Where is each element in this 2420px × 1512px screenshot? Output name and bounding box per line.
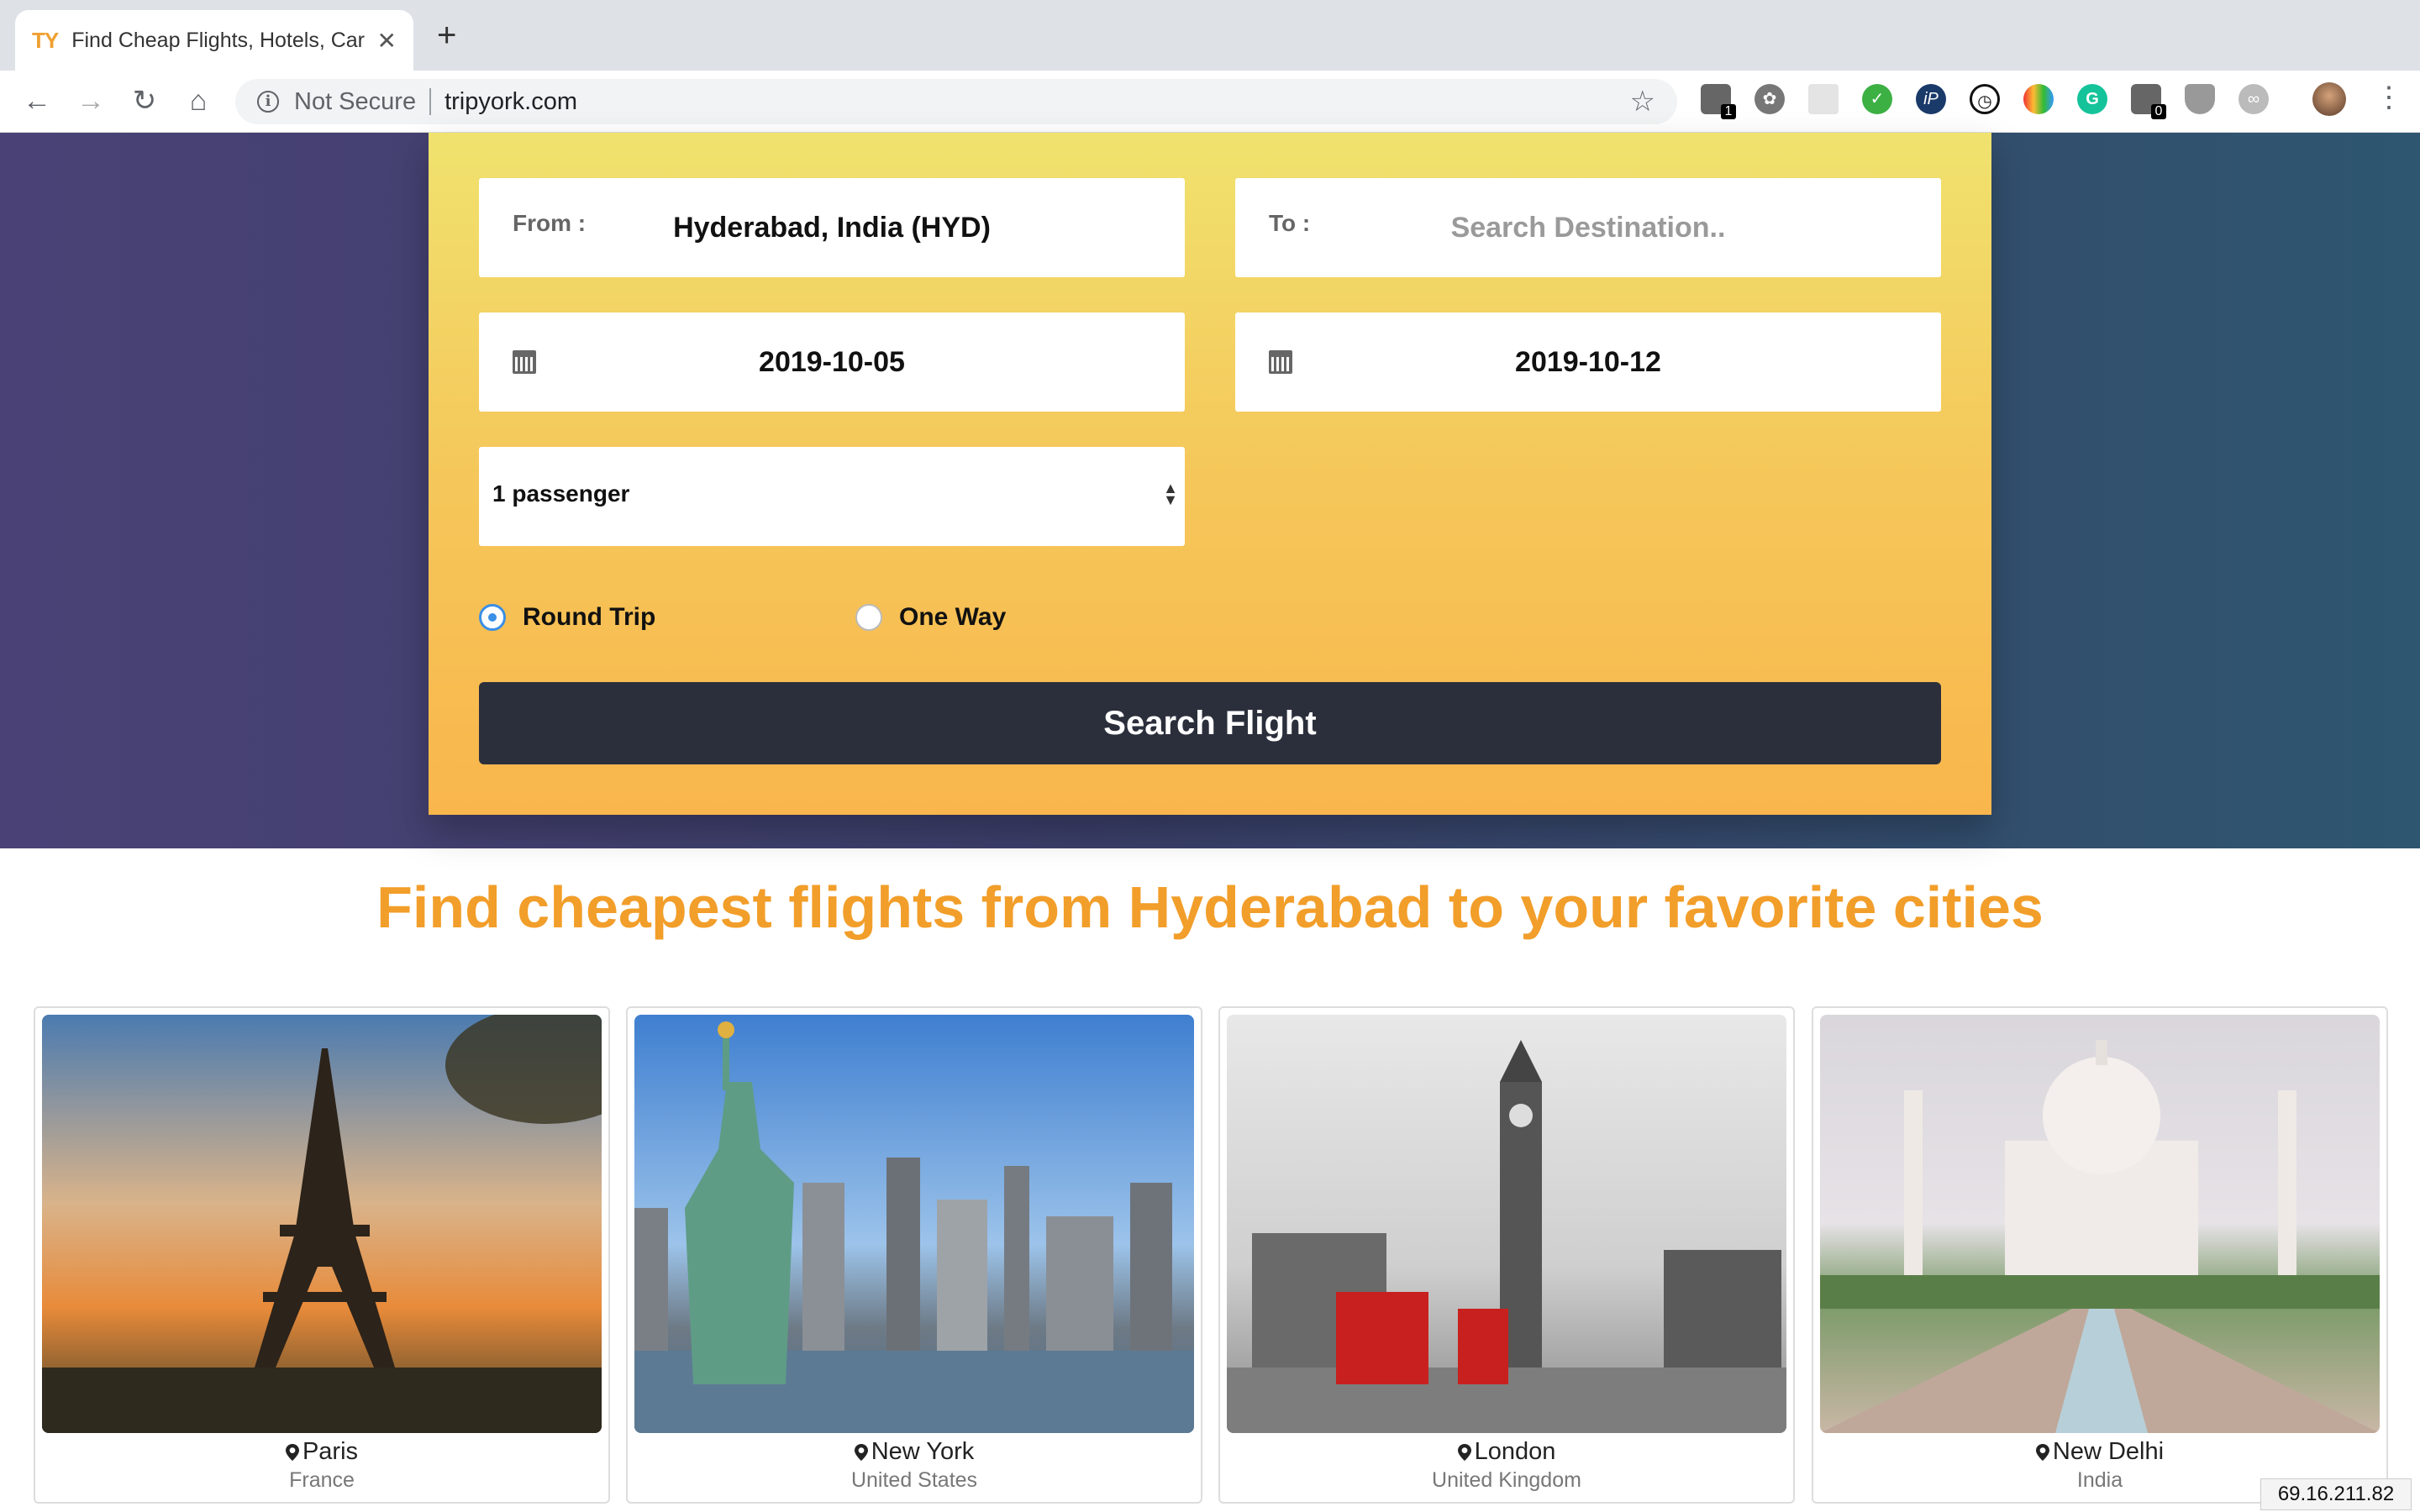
select-arrows-icon: ▲ ▼ xyxy=(1163,480,1178,508)
destination-city[interactable]: London xyxy=(1220,1438,1793,1466)
reload-icon[interactable]: ↻ xyxy=(126,82,163,119)
extension-icon[interactable]: ✿ xyxy=(1754,84,1785,114)
calendar-icon xyxy=(513,350,536,374)
avatar[interactable] xyxy=(2312,82,2346,116)
extension-icon[interactable] xyxy=(1808,84,1839,114)
extension-badge: 1 xyxy=(1721,104,1736,119)
browser-tab[interactable]: TY Find Cheap Flights, Hotels, Car ✕ xyxy=(15,10,413,71)
return-date-field[interactable]: 2019-10-12 xyxy=(1235,312,1941,412)
search-flight-button[interactable]: Search Flight xyxy=(479,682,1941,764)
extension-check-icon[interactable]: ✓ xyxy=(1862,84,1892,114)
to-input[interactable]: Search Destination.. xyxy=(1235,212,1941,244)
extension-icon[interactable]: ∞ xyxy=(2238,84,2269,114)
destination-card[interactable]: Paris France xyxy=(34,1006,610,1504)
from-label: From : xyxy=(513,210,587,236)
new-tab-button[interactable]: + xyxy=(437,18,456,52)
destination-city[interactable]: New York xyxy=(628,1438,1201,1466)
country-name: United States xyxy=(850,1468,978,1492)
paris-eiffel-tower-image[interactable] xyxy=(42,1015,602,1433)
tab-title: Find Cheap Flights, Hotels, Car xyxy=(71,28,365,52)
radio-one-way[interactable]: One Way xyxy=(855,603,1006,632)
radio-button-selected[interactable] xyxy=(479,604,506,631)
radio-label: One Way xyxy=(899,603,1007,631)
address-divider xyxy=(429,88,432,115)
from-field[interactable]: From : Hyderabad, India (HYD) xyxy=(479,178,1185,277)
country-name: United Kingdom xyxy=(1432,1468,1581,1492)
new-york-statue-of-liberty-image[interactable] xyxy=(634,1015,1194,1433)
passenger-select[interactable]: 1 passenger ▲ ▼ xyxy=(479,447,1185,546)
radio-button[interactable] xyxy=(855,604,882,631)
location-pin-icon xyxy=(854,1444,868,1461)
passenger-value: 1 passenger xyxy=(492,480,630,507)
destination-card[interactable]: New York United States xyxy=(626,1006,1202,1504)
destination-card[interactable]: New Delhi India xyxy=(1812,1006,2388,1504)
bookmark-star-icon[interactable]: ☆ xyxy=(1630,85,1655,118)
city-name: New York xyxy=(871,1438,975,1465)
new-delhi-taj-mahal-image[interactable] xyxy=(1820,1015,2380,1433)
close-tab-icon[interactable]: ✕ xyxy=(377,27,397,55)
tab-strip: TY Find Cheap Flights, Hotels, Car ✕ + xyxy=(0,0,2420,71)
depart-date-field[interactable]: 2019-10-05 xyxy=(479,312,1185,412)
taj-mahal-silhouette xyxy=(1820,1040,2380,1433)
url-text[interactable]: tripyork.com xyxy=(445,88,577,116)
location-pin-icon xyxy=(2035,1444,2049,1461)
destination-card[interactable]: London United Kingdom xyxy=(1218,1006,1795,1504)
menu-kebab-icon[interactable]: ⋮ xyxy=(2375,81,2403,114)
radio-label: Round Trip xyxy=(523,603,656,631)
location-pin-icon xyxy=(285,1444,299,1461)
extension-badge: 0 xyxy=(2151,104,2166,119)
grammarly-icon[interactable]: G xyxy=(2077,84,2107,114)
back-icon[interactable]: ← xyxy=(18,82,55,119)
extension-icon[interactable] xyxy=(2023,84,2054,114)
favicon-icon: TY xyxy=(32,27,59,53)
extension-clock-icon[interactable]: ◷ xyxy=(1970,84,2000,114)
security-label: Not Secure xyxy=(294,87,417,115)
return-date-value[interactable]: 2019-10-12 xyxy=(1235,346,1941,379)
country-name: France xyxy=(289,1468,355,1492)
london-big-ben-image[interactable] xyxy=(1227,1015,1786,1433)
shield-icon[interactable] xyxy=(2185,84,2215,114)
page-headline: Find cheapest flights from Hyderabad to … xyxy=(376,874,2044,940)
depart-date-value[interactable]: 2019-10-05 xyxy=(479,346,1185,379)
city-name: London xyxy=(1474,1438,1556,1465)
city-name: New Delhi xyxy=(2052,1438,2165,1465)
london-skyline-silhouette xyxy=(1227,1040,1786,1433)
to-field[interactable]: To : Search Destination.. xyxy=(1235,178,1941,277)
extension-icon[interactable]: 1 xyxy=(1701,84,1736,119)
forward-icon[interactable]: → xyxy=(72,82,109,119)
to-label: To : xyxy=(1269,210,1311,236)
city-name: Paris xyxy=(302,1438,359,1465)
destination-city[interactable]: Paris xyxy=(35,1438,608,1466)
info-icon[interactable]: i xyxy=(257,91,279,113)
location-pin-icon xyxy=(1457,1444,1471,1461)
home-icon[interactable]: ⌂ xyxy=(180,82,217,119)
destination-city[interactable]: New Delhi xyxy=(1813,1438,2386,1466)
extension-icon[interactable]: 0 xyxy=(2131,84,2166,119)
browser-toolbar: ← → ↻ ⌂ i Not Secure tripyork.com ☆ xyxy=(0,71,2420,133)
ip-address-badge: 69.16.211.82 xyxy=(2260,1478,2412,1510)
new-york-skyline-silhouette xyxy=(634,1021,1194,1433)
eiffel-tower-silhouette xyxy=(42,1015,602,1433)
extension-ip-icon[interactable]: iP xyxy=(1916,84,1946,114)
radio-round-trip[interactable]: Round Trip xyxy=(479,603,655,632)
calendar-icon xyxy=(1269,350,1292,374)
address-bar[interactable]: i Not Secure tripyork.com ☆ xyxy=(235,79,1677,124)
